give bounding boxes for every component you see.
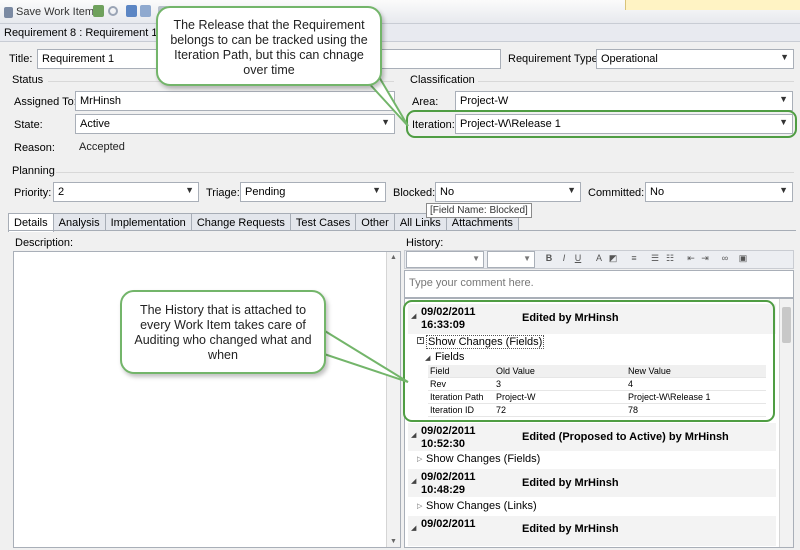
collapse-icon[interactable]: ◢: [411, 524, 416, 532]
save-label: Save Work Item: [16, 6, 95, 18]
align-icon[interactable]: ≡: [627, 253, 641, 267]
history-highlight: [403, 300, 775, 422]
toolbar: Save Work Item: [0, 0, 800, 24]
history-callout-text: The History that is attached to every Wo…: [134, 303, 312, 362]
scroll-up-icon[interactable]: ▲: [390, 254, 397, 261]
committed-select[interactable]: No ▼: [645, 182, 793, 202]
history-entry-author: Edited by MrHinsh: [522, 523, 619, 535]
chevron-down-icon: ▼: [779, 185, 788, 195]
highlight-icon[interactable]: ◩: [606, 253, 620, 267]
numbering-icon[interactable]: ☷: [663, 253, 677, 267]
description-scrollbar[interactable]: ▲ ▼: [386, 252, 400, 547]
blocked-label: Blocked:: [393, 187, 436, 199]
requirement-type-label: Requirement Type:: [508, 53, 601, 65]
work-item-title: Requirement 8 : Requirement 1: [4, 27, 158, 39]
history-entry-author: Edited (Proposed to Active) by MrHinsh: [522, 431, 729, 443]
save-work-item-button[interactable]: Save Work Item: [4, 4, 94, 20]
requirement-type-select[interactable]: Operational ▼: [596, 49, 794, 69]
release-callout: The Release that the Requirement belongs…: [156, 6, 382, 86]
comment-placeholder: Type your comment here.: [409, 277, 534, 289]
reason-label: Reason:: [14, 142, 55, 154]
committed-value: No: [650, 186, 665, 198]
release-callout-text: The Release that the Requirement belongs…: [170, 18, 368, 77]
outdent-icon[interactable]: ⇤: [684, 253, 698, 267]
expand-icon[interactable]: ▷: [417, 455, 422, 463]
description-label: Description:: [15, 237, 74, 249]
title-label: Title:: [9, 53, 33, 65]
chevron-down-icon: ▼: [523, 254, 531, 263]
chevron-down-icon: ▼: [779, 94, 788, 104]
blocked-select[interactable]: No ▼: [435, 182, 581, 202]
priority-select[interactable]: 2 ▼: [53, 182, 199, 202]
history-scrollbar[interactable]: [779, 299, 793, 547]
assigned-to-label: Assigned To:: [14, 96, 77, 108]
status-header: Status: [12, 74, 44, 86]
underline-icon[interactable]: U: [571, 253, 585, 267]
history-entry-time: 10:52:30: [421, 438, 466, 450]
triage-value: Pending: [245, 186, 286, 198]
title-value: Requirement 1: [42, 53, 115, 65]
toolbar-right-panel: [625, 0, 800, 10]
tab-other[interactable]: Other: [355, 213, 395, 231]
collapse-icon[interactable]: ◢: [411, 477, 416, 485]
chevron-down-icon: ▼: [372, 185, 381, 195]
history-entry-date: 09/02/2011: [421, 425, 476, 437]
history-comment-input[interactable]: Type your comment here.: [404, 270, 794, 298]
indent-icon[interactable]: ⇥: [698, 253, 712, 267]
committed-label: Committed:: [588, 187, 645, 199]
save-icon: [4, 6, 13, 18]
refresh-icon[interactable]: [93, 5, 104, 17]
requirement-type-value: Operational: [601, 53, 658, 65]
iteration-highlight: [406, 110, 797, 138]
new-linked-item-icon[interactable]: [126, 5, 137, 17]
insert-image-icon[interactable]: ▣: [736, 253, 750, 267]
state-value: Active: [80, 118, 110, 130]
blocked-tooltip: [Field Name: Blocked]: [426, 203, 532, 218]
chevron-down-icon: ▼: [472, 254, 480, 263]
assigned-to-value: MrHinsh: [80, 95, 121, 107]
blocked-value: No: [440, 186, 455, 198]
history-entry-date: 09/02/2011: [421, 518, 476, 530]
chevron-down-icon: ▼: [185, 185, 194, 195]
tab-test-cases[interactable]: Test Cases: [289, 213, 357, 231]
font-size-select[interactable]: ▼: [487, 251, 535, 268]
triage-select[interactable]: Pending ▼: [240, 182, 386, 202]
planning-divider: [56, 172, 794, 173]
bold-icon[interactable]: B: [542, 253, 556, 267]
show-changes-link[interactable]: Show Changes (Links): [426, 500, 537, 512]
history-entry-date: 09/02/2011: [421, 471, 476, 483]
history-entry-time: 10:48:29: [421, 484, 466, 496]
tab-analysis[interactable]: Analysis: [52, 213, 106, 231]
area-value: Project-W: [460, 95, 509, 107]
priority-label: Priority:: [14, 187, 52, 199]
area-select[interactable]: Project-W ▼: [455, 91, 793, 111]
classification-divider: [478, 81, 794, 82]
state-label: State:: [14, 119, 43, 131]
scroll-down-icon[interactable]: ▼: [390, 538, 397, 545]
copy-icon[interactable]: [140, 5, 151, 17]
priority-value: 2: [58, 186, 65, 198]
chevron-down-icon: ▼: [780, 52, 789, 62]
undo-icon[interactable]: [108, 6, 118, 16]
tab-implementation[interactable]: Implementation: [104, 213, 192, 231]
collapse-icon[interactable]: ◢: [411, 431, 416, 439]
chevron-down-icon: ▼: [567, 185, 576, 195]
font-family-select[interactable]: ▼: [406, 251, 484, 268]
history-entry-author: Edited by MrHinsh: [522, 477, 619, 489]
history-scroll-thumb[interactable]: [782, 307, 791, 343]
tab-change-requests[interactable]: Change Requests: [190, 213, 291, 231]
history-callout: The History that is attached to every Wo…: [120, 290, 326, 374]
planning-header: Planning: [12, 165, 55, 177]
history-label: History:: [406, 237, 444, 249]
expand-icon[interactable]: ▷: [417, 502, 422, 510]
font-color-icon[interactable]: A: [592, 253, 606, 267]
show-changes-link[interactable]: Show Changes (Fields): [426, 453, 540, 465]
reason-value: Accepted: [79, 141, 125, 153]
triage-label: Triage:: [206, 187, 240, 199]
hyperlink-icon[interactable]: ∞: [718, 253, 732, 267]
italic-icon[interactable]: I: [557, 253, 571, 267]
work-item-title-bar: Requirement 8 : Requirement 1: [0, 24, 800, 42]
bullets-icon[interactable]: ☰: [648, 253, 662, 267]
